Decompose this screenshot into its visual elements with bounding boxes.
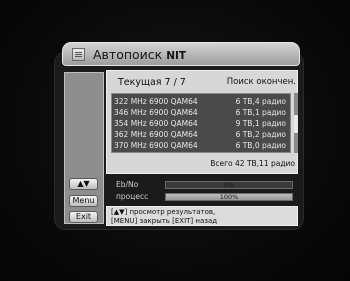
list-item-result: 9 ТВ,1 радио [235,119,286,128]
list-item-result: 6 ТВ,0 радио [235,141,286,150]
progress-label: процесс [116,192,149,201]
help-line-navigate: [▲▼] просмотр результатов, [111,208,216,216]
title-prefix: Автопоиск [93,46,163,62]
list-item-result: 6 ТВ,1 радио [235,108,286,117]
list-item-frequency: 370 MHz 6900 QAM64 [114,141,198,150]
list-item: 362 MHz 6900 QAM64 6 ТВ,2 радио [114,129,286,140]
help-line-exit: [MENU] закрыть [EXIT] назад [111,216,218,225]
list-icon [72,47,85,61]
scan-status: Поиск окончен. [226,77,296,87]
progress-value: 100% [219,193,239,201]
arrows-button[interactable]: ▲▼ [69,178,98,190]
help-box: [▲▼] просмотр результатов, [MENU] закрыт… [106,206,298,226]
list-item: 370 MHz 6900 QAM64 6 ТВ,0 радио [114,140,286,151]
list-item-frequency: 362 MHz 6900 QAM64 [114,130,198,139]
total-channels: Всего 42 ТВ,11 радио [210,159,295,168]
list-item-result: 6 ТВ,4 радио [235,97,286,106]
ebno-label: Eb/No [116,180,139,189]
window-title: Автопоиск NIT [93,47,186,62]
list-item-frequency: 346 MHz 6900 QAM64 [114,108,198,117]
list-item-frequency: 322 MHz 6900 QAM64 [114,97,198,106]
ebno-value: 0% [223,181,235,189]
list-item: 354 MHz 6900 QAM64 9 ТВ,1 радио [114,118,286,129]
list-item-result: 6 ТВ,2 радио [235,130,286,139]
list-item-frequency: 354 MHz 6900 QAM64 [114,119,198,128]
ebno-bar: 0% [165,181,293,189]
list-item: 346 MHz 6900 QAM64 6 ТВ,1 радио [114,107,286,118]
title-suffix: NIT [166,49,187,62]
results-scrollbar-thumb[interactable] [294,115,298,133]
window-title-bar: Автопоиск NIT [62,42,300,66]
list-item: 322 MHz 6900 QAM64 6 ТВ,4 радио [114,96,286,107]
current-transponder: Текущая 7 / 7 [118,77,186,88]
menu-button[interactable]: Menu [69,195,98,207]
progress-bar: 100% [165,193,293,201]
exit-button[interactable]: Exit [69,211,98,223]
